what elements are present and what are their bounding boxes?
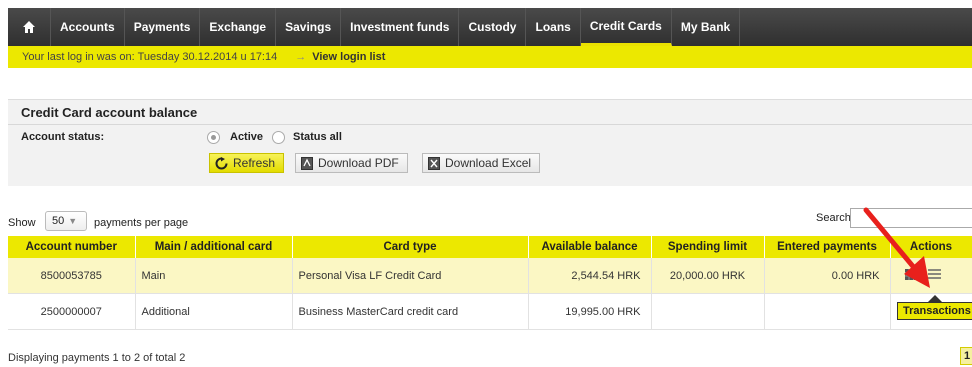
- nav-item-savings[interactable]: Savings: [276, 8, 342, 46]
- col-account-number[interactable]: Account number: [8, 236, 136, 258]
- page-size-select[interactable]: 50 ▼: [45, 211, 87, 231]
- col-card-type[interactable]: Card type: [292, 236, 529, 258]
- pdf-icon: [301, 156, 313, 170]
- main-nav: Accounts Payments Exchange Savings Inves…: [8, 8, 972, 46]
- refresh-label: Refresh: [233, 156, 276, 170]
- download-excel-button[interactable]: Download Excel: [422, 153, 541, 173]
- account-status-label: Account status:: [21, 131, 105, 143]
- page-title: Credit Card account balance: [8, 100, 972, 125]
- app-frame: Accounts Payments Exchange Savings Inves…: [8, 8, 972, 367]
- excel-icon: [428, 156, 440, 170]
- show-label: Show: [8, 217, 36, 229]
- nav-item-payments[interactable]: Payments: [125, 8, 201, 46]
- transactions-tooltip: Transactions: [897, 302, 972, 320]
- nav-item-custody[interactable]: Custody: [459, 8, 527, 46]
- active-radio-label: Active: [230, 131, 264, 143]
- spending-limit-cell: [651, 293, 765, 330]
- nav-item-loans[interactable]: Loans: [526, 8, 581, 46]
- refresh-icon: [215, 156, 228, 170]
- entered-payments-cell: [764, 293, 891, 330]
- annotation-arrow-icon: [863, 207, 930, 288]
- last-login-bar: Your last log in was on: Tuesday 30.12.2…: [8, 46, 972, 68]
- per-page-label: payments per page: [94, 217, 189, 229]
- status-all-radio-label: Status all: [293, 131, 342, 143]
- pagination-info: Displaying payments 1 to 2 of total 2: [8, 352, 186, 364]
- page-size-value: 50: [52, 215, 65, 227]
- nav-item-my-bank[interactable]: My Bank: [672, 8, 741, 46]
- nav-item-accounts[interactable]: Accounts: [51, 8, 125, 46]
- status-all-radio[interactable]: [272, 131, 285, 144]
- card-kind-cell: Main: [135, 258, 293, 294]
- spending-limit-cell: 20,000.00 HRK: [651, 258, 765, 294]
- last-login-text: Your last log in was on: Tuesday 30.12.2…: [22, 51, 278, 63]
- view-login-list-link[interactable]: View login list: [312, 51, 385, 63]
- available-balance-cell: 2,544.54 HRK: [528, 258, 652, 294]
- home-icon: [23, 21, 35, 33]
- page-button-1[interactable]: 1: [960, 347, 972, 365]
- tooltip-pointer: [928, 295, 942, 302]
- card-type-cell: Business MasterCard credit card: [292, 293, 529, 330]
- search-label: Search:: [816, 212, 854, 224]
- chevron-down-icon: ▼: [68, 216, 78, 226]
- card-kind-cell: Additional: [135, 293, 293, 330]
- arrow-right-icon: →: [295, 51, 307, 63]
- table-header-row: Account number Main / additional card Ca…: [8, 236, 972, 258]
- download-pdf-label: Download PDF: [318, 156, 399, 170]
- col-main-additional-card[interactable]: Main / additional card: [135, 236, 293, 258]
- card-type-cell: Personal Visa LF Credit Card: [292, 258, 529, 294]
- download-excel-label: Download Excel: [445, 156, 532, 170]
- nav-item-credit-cards[interactable]: Credit Cards: [580, 8, 672, 46]
- available-balance-cell: 19,995.00 HRK: [528, 293, 652, 330]
- table-row[interactable]: 2500000007 Additional Business MasterCar…: [8, 293, 972, 330]
- col-available-balance[interactable]: Available balance: [528, 236, 652, 258]
- active-radio[interactable]: [207, 131, 220, 144]
- account-number-cell: 8500053785: [8, 258, 136, 294]
- balance-panel: Credit Card account balance Account stat…: [8, 99, 972, 186]
- nav-home-button[interactable]: [8, 8, 51, 46]
- table-row[interactable]: 8500053785 Main Personal Visa LF Credit …: [8, 258, 972, 294]
- cards-table: Account number Main / additional card Ca…: [8, 236, 972, 330]
- refresh-button[interactable]: Refresh: [209, 153, 285, 173]
- col-spending-limit[interactable]: Spending limit: [651, 236, 765, 258]
- nav-item-investment-funds[interactable]: Investment funds: [341, 8, 460, 46]
- account-number-cell: 2500000007: [8, 293, 136, 330]
- download-pdf-button[interactable]: Download PDF: [295, 153, 408, 173]
- nav-item-exchange[interactable]: Exchange: [200, 8, 277, 46]
